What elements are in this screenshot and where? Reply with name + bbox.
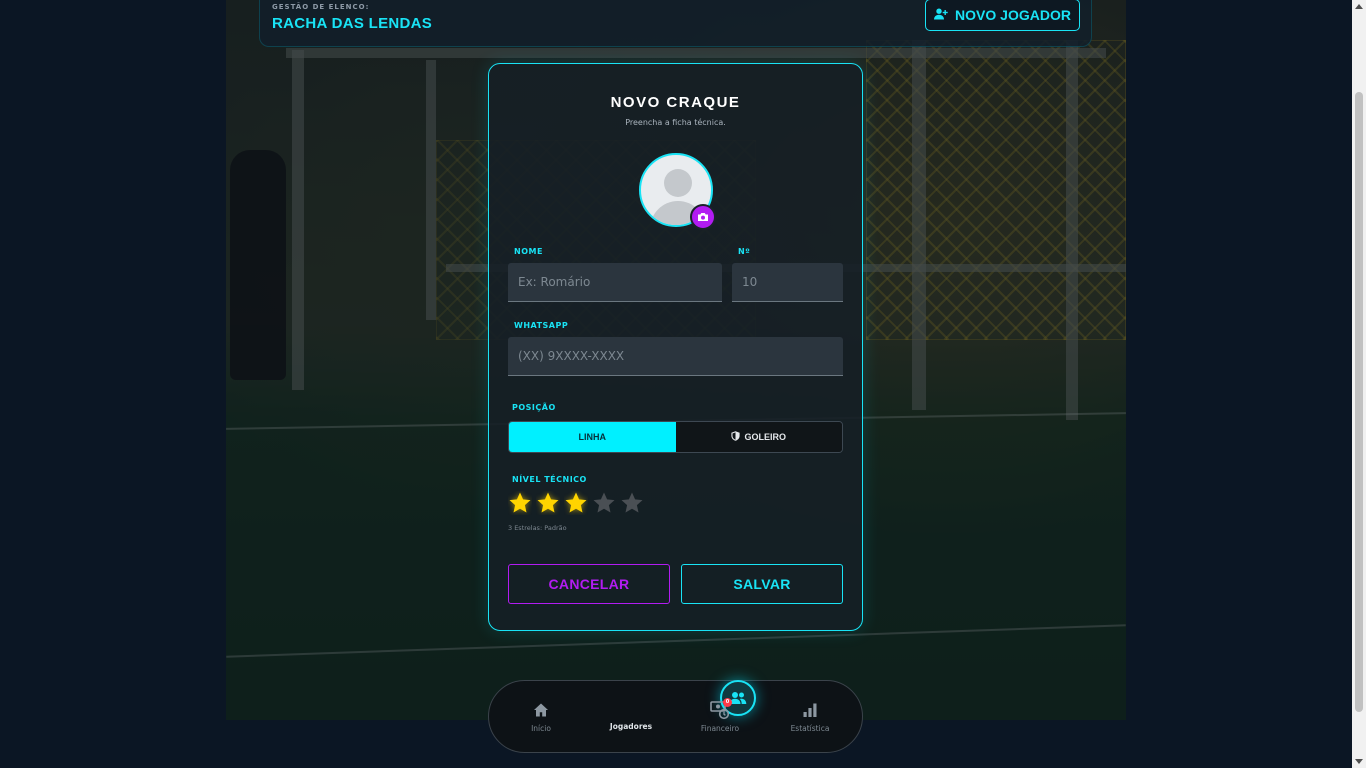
position-label: POSIÇÃO [512, 403, 556, 412]
bottom-nav: Início Jogadores 0 Financeiro Estatístic… [488, 680, 863, 753]
nav-label-estatistica: Estatística [790, 724, 830, 733]
whatsapp-label: WHATSAPP [514, 321, 569, 330]
home-icon [506, 699, 576, 721]
new-player-modal: NOVO CRAQUE Preencha a ficha técnica. NO… [488, 63, 863, 631]
scroll-down-arrow[interactable] [1355, 759, 1363, 764]
camera-icon[interactable] [690, 204, 716, 230]
star-filled-icon[interactable] [508, 491, 532, 515]
whatsapp-input[interactable] [508, 337, 843, 376]
star-filled-icon[interactable] [536, 491, 560, 515]
cancel-button[interactable]: CANCELAR [508, 564, 670, 604]
position-option-goleiro[interactable]: GOLEIRO [675, 422, 842, 452]
position-option-linha[interactable]: LINHA [509, 422, 676, 452]
finance-badge: 0 [723, 698, 732, 707]
nav-item-inicio[interactable]: Início [506, 699, 576, 733]
star-empty-icon[interactable] [620, 491, 644, 515]
nav-item-financeiro[interactable]: 0 Financeiro [685, 698, 755, 733]
star-empty-icon[interactable] [592, 491, 616, 515]
position-toggle: LINHA GOLEIRO [508, 421, 843, 453]
avatar-head-shape [664, 169, 692, 197]
modal-subtitle: Preencha a ficha técnica. [625, 118, 726, 127]
number-label: Nº [738, 247, 751, 256]
scroll-up-arrow[interactable] [1355, 4, 1363, 9]
position-option-label: LINHA [578, 432, 607, 442]
level-label: NÍVEL TÉCNICO [512, 475, 587, 484]
star-filled-icon[interactable] [564, 491, 588, 515]
new-player-button[interactable]: NOVO JOGADOR [925, 0, 1080, 31]
nav-label-financeiro: Financeiro [700, 724, 740, 733]
nav-label-jogadores: Jogadores [609, 722, 653, 731]
chart-icon [775, 699, 845, 721]
team-name: RACHA DAS LENDAS [272, 15, 433, 32]
finance-icon: 0 [685, 698, 755, 721]
rating-hint: 3 Estrelas: Padrão [508, 524, 567, 532]
nav-item-estatistica[interactable]: Estatística [775, 699, 845, 733]
name-input[interactable] [508, 263, 722, 302]
new-player-label: NOVO JOGADOR [955, 7, 1071, 23]
rating-stars [508, 491, 644, 515]
team-header: GESTÃO DE ELENCO: RACHA DAS LENDAS NOVO … [259, 0, 1092, 47]
position-option-label: GOLEIRO [744, 432, 786, 442]
name-label: NOME [514, 247, 543, 256]
header-kicker: GESTÃO DE ELENCO: [272, 3, 370, 11]
number-input[interactable] [732, 263, 843, 302]
scrollbar-thumb[interactable] [1355, 92, 1363, 712]
save-button[interactable]: SALVAR [681, 564, 843, 604]
add-user-icon [934, 7, 948, 23]
modal-title: NOVO CRAQUE [610, 94, 741, 111]
scrollbar[interactable] [1352, 0, 1366, 768]
nav-label-inicio: Início [531, 724, 551, 733]
shield-icon [731, 431, 741, 443]
